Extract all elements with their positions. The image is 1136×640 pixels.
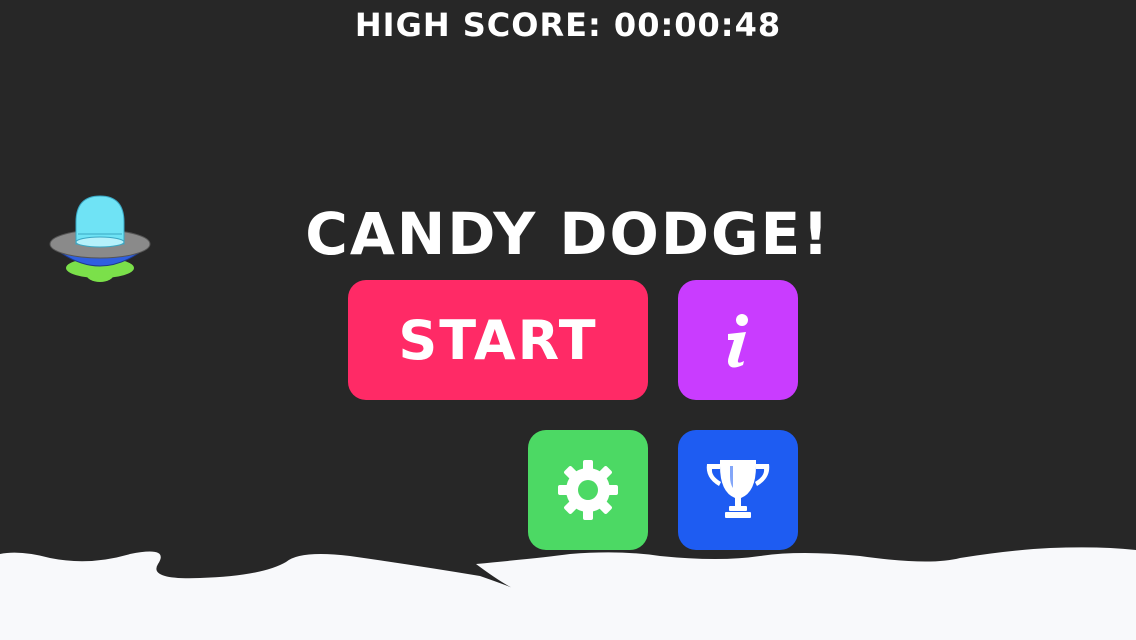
info-button[interactable] xyxy=(678,280,798,400)
game-title: CANDY DODGE! xyxy=(305,200,831,268)
game-menu-screen: HIGH SCORE: 00:00:48 CANDY DODGE! START xyxy=(0,0,1136,640)
gear-icon xyxy=(558,460,618,520)
trophy-icon xyxy=(706,460,770,518)
info-icon xyxy=(728,314,748,368)
high-score-display: HIGH SCORE: 00:00:48 xyxy=(354,6,782,44)
start-button[interactable]: START xyxy=(348,280,648,400)
snow-ground xyxy=(0,547,1136,640)
start-button-label: START xyxy=(398,308,598,372)
